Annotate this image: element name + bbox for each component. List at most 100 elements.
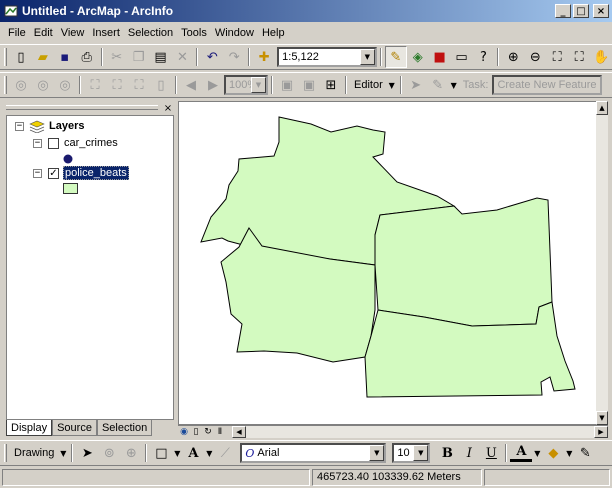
task-combo[interactable]: Create New Feature — [492, 75, 603, 95]
scroll-up-icon[interactable]: ▲ — [596, 101, 608, 115]
command-line-icon[interactable]: ▭ — [451, 46, 473, 68]
scroll-track[interactable] — [596, 115, 608, 411]
toggle-draft-mode-icon[interactable]: ▣ — [276, 74, 298, 96]
fixed-page-out-icon[interactable]: ⛶ — [106, 74, 128, 96]
layout-view-page-icon[interactable]: ▯ — [190, 427, 202, 438]
focus-data-frame-icon[interactable]: ▣ — [298, 74, 320, 96]
zoom-page-in-icon[interactable]: ◎ — [32, 74, 54, 96]
italic-button[interactable]: I — [458, 442, 480, 464]
data-view-globe-icon[interactable]: ◉ — [178, 427, 190, 438]
chevron-down-icon[interactable]: ▼ — [387, 74, 397, 96]
map-scale-combo[interactable]: 1:5,122 ▼ — [277, 47, 377, 67]
new-document-icon[interactable]: ▯ — [10, 46, 32, 68]
page-layout-icon[interactable]: ▯ — [150, 74, 172, 96]
edit-tool-arrow-icon[interactable]: ➤ — [405, 74, 427, 96]
paste-icon[interactable]: ▤ — [150, 46, 172, 68]
zoom-out-icon[interactable]: ⊖ — [524, 46, 546, 68]
tab-selection[interactable]: Selection — [96, 420, 153, 436]
toolbox-icon[interactable]: ■ — [429, 46, 451, 68]
print-icon[interactable]: ⎙ — [76, 46, 98, 68]
point-symbol-icon[interactable] — [62, 153, 74, 165]
scroll-left-icon[interactable]: ◀ — [232, 426, 246, 438]
editor-menu[interactable]: Editor — [350, 79, 387, 91]
close-icon[interactable]: × — [162, 102, 174, 114]
zoom-page-out-icon[interactable]: ◎ — [54, 74, 76, 96]
add-data-icon[interactable]: ✚ — [253, 46, 275, 68]
maximize-button[interactable]: □ — [573, 4, 589, 18]
font-combo[interactable]: O Arial ▼ — [240, 443, 387, 463]
chevron-down-icon[interactable]: ▼ — [532, 442, 542, 464]
toolbar-grip[interactable] — [4, 76, 7, 94]
menu-help[interactable]: Help — [258, 27, 289, 39]
font-color-icon[interactable]: A — [510, 444, 533, 462]
pause-drawing-icon[interactable]: Ⅱ — [214, 427, 226, 438]
collapse-layer-icon[interactable]: − — [33, 139, 42, 148]
menu-view[interactable]: View — [57, 27, 89, 39]
scroll-right-icon[interactable]: ▶ — [594, 426, 608, 438]
chevron-down-icon[interactable]: ▼ — [369, 445, 385, 461]
edit-vertices-icon[interactable]: ⟋ — [214, 442, 236, 464]
zoom-whole-page-icon[interactable]: ◎ — [10, 74, 32, 96]
chevron-down-icon[interactable]: ▼ — [172, 442, 182, 464]
chevron-down-icon[interactable]: ▼ — [449, 74, 459, 96]
fixed-zoom-out-icon[interactable]: ⛶ — [568, 46, 590, 68]
menu-edit[interactable]: Edit — [30, 27, 57, 39]
line-color-icon[interactable]: ✎ — [574, 442, 596, 464]
bold-button[interactable]: B — [436, 442, 458, 464]
fixed-page-in-icon[interactable]: ⛶ — [84, 74, 106, 96]
whats-this-help-icon[interactable]: ? — [473, 46, 495, 68]
drawing-menu[interactable]: Drawing — [10, 447, 58, 459]
toolbar-grip[interactable] — [4, 48, 7, 66]
rotate-icon[interactable]: ⊚ — [98, 442, 120, 464]
delete-icon[interactable]: ✕ — [171, 46, 193, 68]
zoom-in-icon[interactable]: ⊕ — [502, 46, 524, 68]
zoom-percent-combo[interactable]: 100% ▼ — [224, 75, 268, 95]
copy-icon[interactable]: ❐ — [128, 46, 150, 68]
menu-tools[interactable]: Tools — [177, 27, 211, 39]
close-button[interactable]: × — [593, 4, 609, 18]
fill-color-icon[interactable]: ◆ — [542, 442, 564, 464]
polygon-symbol-icon[interactable] — [63, 183, 78, 194]
chevron-down-icon[interactable]: ▼ — [251, 77, 266, 93]
next-extent-icon[interactable]: ▶ — [202, 74, 224, 96]
change-layout-icon[interactable]: ⊞ — [320, 74, 342, 96]
undo-icon[interactable]: ↶ — [201, 46, 223, 68]
layer-visibility-checkbox[interactable]: ✓ — [48, 168, 59, 179]
tab-display[interactable]: Display — [6, 420, 53, 436]
editor-toolbar-icon[interactable]: ✎ — [384, 46, 407, 68]
chevron-down-icon[interactable]: ▼ — [564, 442, 574, 464]
menu-insert[interactable]: Insert — [88, 27, 124, 39]
toolbar-grip[interactable] — [4, 444, 7, 462]
previous-extent-icon[interactable]: ◀ — [180, 74, 202, 96]
collapse-layers-icon[interactable]: − — [15, 122, 24, 131]
font-size-combo[interactable]: 10 ▼ — [392, 443, 431, 463]
tab-source[interactable]: Source — [52, 420, 97, 436]
menu-file[interactable]: File — [4, 27, 30, 39]
refresh-icon[interactable]: ↻ — [202, 427, 214, 438]
zoom-to-selected-icon[interactable]: ⊕ — [120, 442, 142, 464]
chevron-down-icon[interactable]: ▼ — [58, 442, 68, 464]
sketch-pencil-icon[interactable]: ✎ — [427, 74, 449, 96]
layer-visibility-checkbox[interactable] — [48, 138, 59, 149]
menu-window[interactable]: Window — [211, 27, 258, 39]
redo-icon[interactable]: ↷ — [223, 46, 245, 68]
underline-button[interactable]: U — [480, 442, 502, 464]
chevron-down-icon[interactable]: ▼ — [413, 445, 429, 461]
cut-icon[interactable]: ✂ — [106, 46, 128, 68]
map-canvas[interactable] — [179, 102, 597, 424]
arctoolbox-icon[interactable]: ◈ — [407, 46, 429, 68]
scroll-track[interactable] — [246, 426, 594, 438]
panel-grip[interactable] — [6, 105, 158, 110]
menu-selection[interactable]: Selection — [124, 27, 177, 39]
full-extent-page-icon[interactable]: ⛶ — [128, 74, 150, 96]
horizontal-scrollbar[interactable]: ◀ ▶ — [232, 426, 608, 438]
chevron-down-icon[interactable]: ▼ — [204, 442, 214, 464]
layers-root-label[interactable]: Layers — [49, 120, 84, 132]
collapse-layer-icon[interactable]: − — [33, 169, 42, 178]
layer-name-car-crimes[interactable]: car_crimes — [64, 137, 118, 149]
select-elements-arrow-icon[interactable]: ➤ — [76, 442, 98, 464]
pan-hand-icon[interactable]: ✋ — [590, 46, 612, 68]
minimize-button[interactable]: _ — [555, 4, 571, 18]
save-icon[interactable]: ▪ — [54, 46, 76, 68]
new-rectangle-icon[interactable]: □ — [150, 442, 172, 464]
